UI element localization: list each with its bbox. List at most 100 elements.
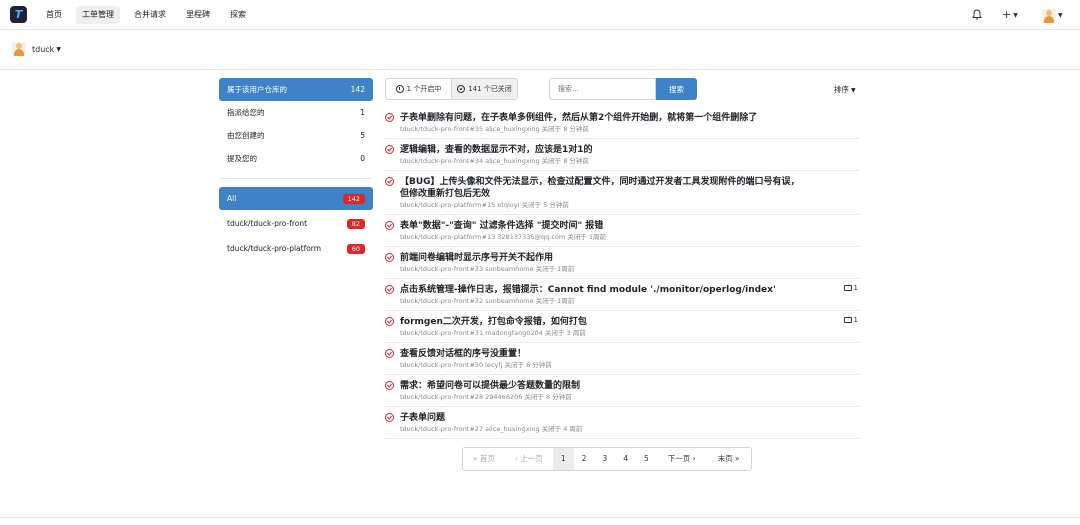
filter-count: 5 xyxy=(360,131,365,140)
user-menu-button[interactable]: ▼ xyxy=(1042,7,1063,25)
notifications-button[interactable] xyxy=(972,6,982,24)
top-navbar: T 首页 工单管理 合并请求 里程碑 探索 + ▼ ▼ xyxy=(0,0,1080,30)
filter-label: 指派给您的 xyxy=(227,108,265,117)
comment-count[interactable]: 1 xyxy=(843,284,858,292)
avatar xyxy=(1042,9,1056,23)
context-username: tduck xyxy=(32,44,55,54)
issue-meta: tduck/tduck-pro-front#33 sunbeamhome 关闭于… xyxy=(400,265,575,273)
nav-milestones[interactable]: 里程碑 xyxy=(180,6,216,24)
issue-closed-icon xyxy=(385,349,394,358)
comment-count-value: 1 xyxy=(853,316,858,324)
footer-divider xyxy=(0,517,1080,518)
comment-icon xyxy=(843,285,852,291)
pager-next[interactable]: 下一页 › xyxy=(657,448,707,470)
issue-title[interactable]: 前端问卷编辑时显示序号开关不起作用 xyxy=(400,252,860,264)
issue-meta: tduck/tduck-pro-front#31 madongfang0204 … xyxy=(400,329,586,337)
search-button[interactable]: 搜索 xyxy=(656,78,697,100)
tab-closed[interactable]: 141 个已关闭 xyxy=(451,79,517,99)
filter-label: 由您创建的 xyxy=(227,131,265,140)
issue-title[interactable]: 需求：希望问卷可以提供最少答题数量的限制 xyxy=(400,380,860,392)
filter-assigned[interactable]: 指派给您的 1 xyxy=(219,101,373,124)
list-item: 子表单删除有问题，在子表单多例组件，然后从第2个组件开始删，就将第一个组件删除了… xyxy=(385,107,860,139)
issue-filter-sidebar: 属于该用户仓库的 142 指派给您的 1 由您创建的 5 提及您的 0 All … xyxy=(219,78,373,260)
list-item: formgen二次开发，打包命令报错，如何打包 tduck/tduck-pro-… xyxy=(385,311,860,343)
issue-title[interactable]: 表单"数据"-"查询" 过滤条件选择 "提交时间" 报错 xyxy=(400,220,860,232)
issue-title[interactable]: 子表单问题 xyxy=(400,412,860,424)
sidebar-divider xyxy=(219,178,373,179)
issue-meta: tduck/tduck-pro-front#35 alice_huxingxin… xyxy=(400,125,589,133)
avatar xyxy=(12,42,26,56)
pager-page-2[interactable]: 2 xyxy=(574,448,595,470)
issue-meta: tduck/tduck-pro-front#34 alice_huxingxin… xyxy=(400,157,589,165)
issue-meta: tduck/tduck-pro-platform#15 etqiuyi 关闭于 … xyxy=(400,201,569,209)
issue-title[interactable]: 查看反馈对话框的序号没重置！ xyxy=(400,348,860,360)
issue-title[interactable]: formgen二次开发，打包命令报错，如何打包 xyxy=(400,316,860,328)
pager-page-3[interactable]: 3 xyxy=(594,448,615,470)
issue-search: 搜索 xyxy=(549,78,697,100)
context-user-switcher[interactable]: tduck ▼ xyxy=(12,42,61,56)
filter-label: 属于该用户仓库的 xyxy=(227,85,287,94)
issue-title[interactable]: 【BUG】上传头像和文件无法显示，检查过配置文件，同时通过开发者工具发现附件的端… xyxy=(400,176,805,200)
plus-icon: + xyxy=(1002,8,1012,21)
nav-pulls[interactable]: 合并请求 xyxy=(128,6,172,24)
issue-title[interactable]: 子表单删除有问题，在子表单多例组件，然后从第2个组件开始删，就将第一个组件删除了 xyxy=(400,112,860,124)
issue-meta: tduck/tduck-pro-front#32 sunbeamhome 关闭于… xyxy=(400,297,575,305)
filter-your-repos[interactable]: 属于该用户仓库的 142 xyxy=(219,78,373,101)
issue-meta: tduck/tduck-pro-front#28 294466206 关闭于 8… xyxy=(400,393,572,401)
search-input[interactable] xyxy=(549,78,656,100)
filter-count: 142 xyxy=(350,85,365,94)
nav-explore[interactable]: 探索 xyxy=(224,6,252,24)
issue-list: 子表单删除有问题，在子表单多例组件，然后从第2个组件开始删，就将第一个组件删除了… xyxy=(385,107,860,439)
logo-letter: T xyxy=(14,8,23,21)
issue-closed-icon xyxy=(385,285,394,294)
create-menu-button[interactable]: + ▼ xyxy=(1002,6,1018,24)
nav-issues[interactable]: 工单管理 xyxy=(76,6,120,24)
issue-meta: tduck/tduck-pro-platform#13 328137335@qq… xyxy=(400,233,606,241)
issue-closed-icon xyxy=(385,177,394,186)
pager-prev[interactable]: ‹ 上一页 xyxy=(505,448,553,470)
chevron-down-icon: ▼ xyxy=(851,86,856,94)
issue-closed-icon xyxy=(385,145,394,154)
pager-page-1[interactable]: 1 xyxy=(552,448,574,470)
repo-label: All xyxy=(227,194,237,203)
issue-meta: tduck/tduck-pro-front#30 lecyfj 关闭于 8 分钟… xyxy=(400,361,552,369)
sort-dropdown[interactable]: 排序 ▼ xyxy=(834,84,856,95)
repo-filter-all[interactable]: All 142 xyxy=(219,187,373,210)
issue-closed-icon xyxy=(385,413,394,422)
filter-count: 1 xyxy=(360,108,365,117)
context-bar: tduck ▼ xyxy=(0,30,1080,70)
issue-closed-icon xyxy=(385,221,394,230)
list-item: 子表单问题 tduck/tduck-pro-front#27 alice_hux… xyxy=(385,407,860,439)
chevron-down-icon: ▼ xyxy=(56,45,61,53)
issue-closed-icon xyxy=(385,317,394,326)
pager-first[interactable]: « 首页 xyxy=(463,448,505,470)
nav-home[interactable]: 首页 xyxy=(40,6,68,24)
repo-filter-platform[interactable]: tduck/tduck-pro-platform 60 xyxy=(219,237,373,260)
tab-open[interactable]: 1 个开启中 xyxy=(386,79,451,99)
filter-created[interactable]: 由您创建的 5 xyxy=(219,124,373,147)
list-item: 查看反馈对话框的序号没重置！ tduck/tduck-pro-front#30 … xyxy=(385,343,860,375)
list-item: 【BUG】上传头像和文件无法显示，检查过配置文件，同时通过开发者工具发现附件的端… xyxy=(385,171,860,215)
pager-last[interactable]: 末页 » xyxy=(707,448,751,470)
pager-page-4[interactable]: 4 xyxy=(615,448,636,470)
bell-icon xyxy=(972,9,982,20)
repo-filter-front[interactable]: tduck/tduck-pro-front 82 xyxy=(219,212,373,235)
sort-label: 排序 xyxy=(834,85,849,94)
filter-mentioned[interactable]: 提及您的 0 xyxy=(219,147,373,170)
repo-label: tduck/tduck-pro-front xyxy=(227,219,308,228)
list-item: 需求：希望问卷可以提供最少答题数量的限制 tduck/tduck-pro-fro… xyxy=(385,375,860,407)
issue-open-icon xyxy=(395,85,404,93)
issue-meta: tduck/tduck-pro-front#27 alice_huxingxin… xyxy=(400,425,583,433)
pagination: « 首页 ‹ 上一页 1 2 3 4 5 下一页 › 末页 » xyxy=(462,447,752,471)
comment-count[interactable]: 1 xyxy=(843,316,858,324)
chevron-down-icon: ▼ xyxy=(1013,11,1018,19)
issue-title[interactable]: 点击系统管理-操作日志，报错提示：Cannot find module './m… xyxy=(400,284,860,296)
tab-open-label: 1 个开启中 xyxy=(406,85,442,93)
chevron-down-icon: ▼ xyxy=(1058,12,1063,19)
issue-closed-icon xyxy=(385,113,394,122)
app-logo[interactable]: T xyxy=(10,6,27,23)
pager-page-5[interactable]: 5 xyxy=(636,448,657,470)
issue-title[interactable]: 逻辑编辑，查看的数据显示不对，应该是1对1的 xyxy=(400,144,860,156)
filter-label: 提及您的 xyxy=(227,154,257,163)
list-item: 点击系统管理-操作日志，报错提示：Cannot find module './m… xyxy=(385,279,860,311)
